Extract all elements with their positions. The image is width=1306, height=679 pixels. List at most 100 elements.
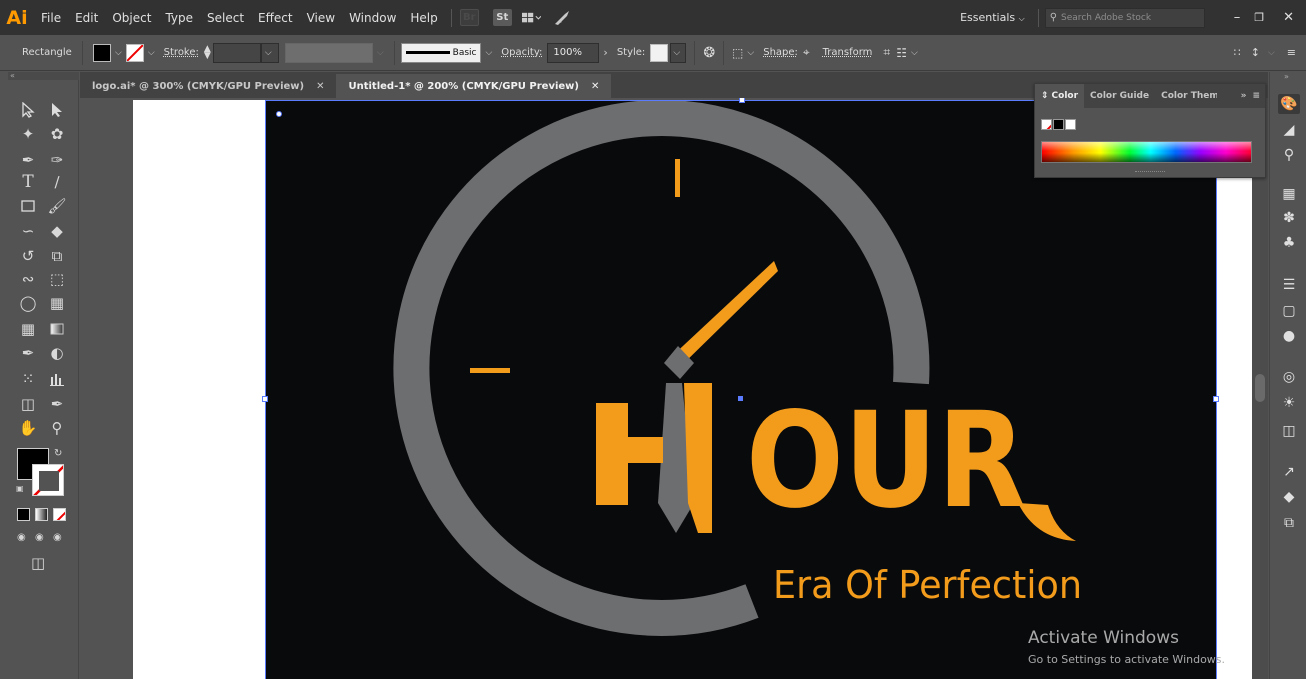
shape-builder-icon[interactable]: ◯ [17, 292, 39, 314]
color-mode-icon[interactable] [17, 508, 30, 521]
toolbar-dropdown-icon[interactable]: ⌵ [1268, 48, 1275, 58]
line-icon[interactable]: ∕ [46, 171, 68, 193]
menu-effect[interactable]: Effect [251, 11, 300, 25]
color-guide-icon[interactable]: ◢ [1278, 120, 1300, 140]
black-swatch[interactable] [1053, 119, 1064, 130]
scrollbar-thumb[interactable] [1255, 374, 1265, 402]
gpu-performance-icon[interactable] [553, 9, 572, 26]
eyedropper-icon[interactable]: ✒ [17, 342, 39, 364]
arrange-icon[interactable]: ☷ [896, 46, 907, 60]
style-dropdown[interactable]: ⌵ [670, 42, 687, 63]
stroke-panel-icon[interactable]: ☰ [1278, 275, 1300, 295]
pen-icon[interactable]: ✒ [17, 149, 39, 171]
links-icon[interactable]: ⧉ [1278, 513, 1300, 533]
corner-widget-handle[interactable] [276, 111, 282, 117]
arrange-documents-icon[interactable] [521, 9, 541, 26]
arrange-dropdown-icon[interactable]: ⌵ [911, 48, 918, 58]
color-spectrum[interactable] [1041, 141, 1252, 163]
free-transform-icon[interactable]: ⬚ [46, 268, 68, 290]
transparency-icon[interactable]: ● [1278, 326, 1300, 346]
perspective-grid-icon[interactable]: ▦ [46, 292, 68, 314]
canvas-area[interactable]: OUR Era Of Perfection [80, 98, 1268, 679]
stroke-weight-field[interactable] [212, 42, 261, 63]
transform-label[interactable]: Transform [823, 47, 873, 58]
logo-artwork[interactable]: OUR Era Of Perfection [262, 98, 1219, 679]
none-swatch[interactable] [1041, 119, 1052, 130]
direct-selection-icon[interactable] [46, 99, 68, 121]
bounding-box-handle[interactable] [1213, 396, 1219, 402]
rectangle-icon[interactable] [17, 195, 39, 217]
fill-dropdown-icon[interactable]: ⌵ [115, 48, 122, 58]
opacity-arrow-icon[interactable]: › [603, 46, 607, 59]
draw-behind-icon[interactable]: ◉ [35, 532, 44, 543]
color-panel-icon[interactable]: 🎨 [1278, 94, 1300, 114]
gradient-panel-icon[interactable]: ▢ [1278, 301, 1300, 321]
tab-logo[interactable]: logo.ai* @ 300% (CMYK/GPU Preview) ✕ [80, 74, 336, 98]
artboards-panel-icon[interactable]: ↗ [1278, 462, 1300, 482]
expand-icon[interactable]: » [1235, 91, 1253, 101]
paintbrush-icon[interactable]: 🖌 [46, 195, 68, 217]
panel-resize-grip[interactable] [1135, 171, 1165, 174]
variable-width-dropdown-icon[interactable]: ⌵ [377, 48, 384, 58]
appearance-icon[interactable]: ◎ [1278, 367, 1300, 387]
align-dropdown-icon[interactable]: ⌵ [747, 48, 754, 58]
stock-search-input[interactable]: ⚲ Search Adobe Stock [1044, 7, 1205, 28]
graph-icon[interactable] [46, 368, 68, 390]
menu-object[interactable]: Object [105, 11, 158, 25]
menu-type[interactable]: Type [158, 11, 200, 25]
vertical-scrollbar[interactable] [1252, 98, 1268, 679]
mesh-icon[interactable]: ▦ [17, 318, 39, 340]
tab-untitled[interactable]: Untitled-1* @ 200% (CMYK/GPU Preview) ✕ [336, 74, 612, 98]
menu-select[interactable]: Select [200, 11, 251, 25]
tab-color-guide[interactable]: Color Guide [1084, 91, 1155, 101]
collapse-icon[interactable]: « [10, 71, 15, 80]
panel-options-icon[interactable]: ∷ [1234, 46, 1241, 59]
bounding-box-handle[interactable] [739, 98, 745, 103]
draw-inside-icon[interactable]: ◉ [53, 532, 62, 543]
default-colors-icon[interactable]: ▣ [16, 484, 24, 493]
type-icon[interactable]: T [17, 171, 39, 193]
restore-button[interactable]: ❐ [1247, 11, 1271, 24]
brush-definition-field[interactable]: Basic [400, 42, 482, 63]
layers-icon[interactable]: ◆ [1278, 487, 1300, 507]
brush-dropdown-icon[interactable]: ⌵ [485, 48, 492, 58]
selection-icon[interactable] [17, 99, 39, 121]
stroke-color-swatch[interactable] [32, 464, 64, 496]
screen-mode-icon[interactable]: ◫ [31, 554, 45, 572]
artboard-icon[interactable]: ◫ [17, 393, 39, 415]
symbols-icon[interactable]: ♣ [1278, 233, 1300, 253]
graphic-style-swatch[interactable] [650, 43, 669, 62]
opacity-label[interactable]: Opacity: [501, 47, 542, 58]
brushes-icon[interactable]: ✽ [1278, 208, 1300, 228]
menu-help[interactable]: Help [403, 11, 444, 25]
recolor-artwork-icon[interactable]: ❂ [703, 45, 715, 61]
minimize-button[interactable]: – [1227, 10, 1248, 25]
shape-label[interactable]: Shape: [763, 47, 798, 58]
tab-color-themes[interactable]: Color Theme [1155, 91, 1217, 101]
scale-icon[interactable]: ⧉ [46, 245, 68, 267]
white-swatch[interactable] [1065, 119, 1076, 130]
bridge-button[interactable]: Br [459, 9, 479, 26]
magic-wand-icon[interactable]: ✦ [17, 123, 39, 145]
gradient-mode-icon[interactable] [35, 508, 48, 521]
menu-view[interactable]: View [300, 11, 342, 25]
tab-color[interactable]: ⇕ Color [1035, 84, 1085, 108]
panel-menu-icon[interactable]: ≡ [1252, 91, 1265, 101]
align-icon[interactable]: ⬚ [732, 46, 743, 60]
menu-file[interactable]: File [34, 11, 68, 25]
control-menu-icon[interactable]: ≡ [1287, 46, 1296, 59]
opacity-field[interactable]: 100% [547, 42, 600, 63]
eraser-icon[interactable]: ◆ [46, 220, 68, 242]
close-tab-icon[interactable]: ✕ [316, 81, 324, 92]
close-tab-icon[interactable]: ✕ [591, 81, 599, 92]
zoom-icon[interactable]: ⚲ [46, 417, 68, 439]
stroke-dropdown-icon[interactable]: ⌵ [148, 48, 155, 58]
fill-swatch[interactable] [93, 43, 111, 62]
shaper-icon[interactable]: ∽ [17, 220, 39, 242]
lasso-icon[interactable]: ✿ [46, 123, 68, 145]
width-icon[interactable]: ∾ [17, 268, 39, 290]
swatches-icon[interactable]: ▦ [1278, 184, 1300, 204]
stock-button[interactable]: St [492, 9, 512, 26]
stroke-weight-dropdown[interactable]: ⌵ [260, 42, 279, 63]
menu-window[interactable]: Window [342, 11, 403, 25]
